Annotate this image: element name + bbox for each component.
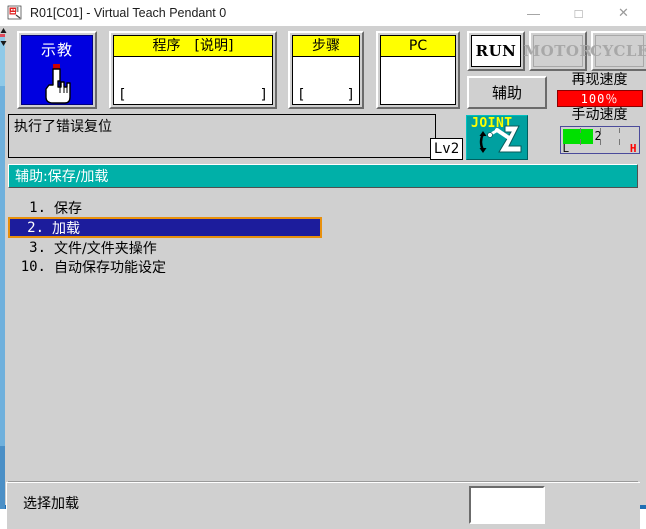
teach-mode-inner: 示教 bbox=[21, 35, 93, 105]
pendant-window: R01[C01] - Virtual Teach Pendant 0 — □ ✕… bbox=[0, 0, 646, 529]
hand-pointer-icon bbox=[36, 61, 78, 110]
program-bracket-right: ] bbox=[259, 87, 268, 103]
menu-item-autosave-settings[interactable]: 10. 自动保存功能设定 bbox=[8, 257, 638, 276]
menu-item-label: 保存 bbox=[54, 200, 82, 217]
manual-speed-gauge[interactable]: 2 L H bbox=[559, 126, 640, 155]
cycle-button[interactable]: CYCLE bbox=[590, 31, 646, 71]
window-title: R01[C01] - Virtual Teach Pendant 0 bbox=[30, 6, 227, 20]
status-message-bar: 执行了错误复位 bbox=[8, 114, 436, 158]
gauge-tick-low-1 bbox=[579, 139, 581, 145]
menu-item-number: 3. bbox=[29, 239, 46, 256]
program-panel[interactable]: 程序 [说明] [ ] bbox=[109, 31, 277, 109]
aux-button[interactable]: 辅助 bbox=[467, 76, 547, 109]
step-bracket-left: [ bbox=[297, 87, 306, 103]
step-panel-inner: 步骤 [ ] bbox=[292, 35, 360, 105]
close-button[interactable]: ✕ bbox=[601, 0, 646, 26]
menu-item-label: 自动保存功能设定 bbox=[54, 259, 166, 276]
window-controls: — □ ✕ bbox=[511, 0, 646, 26]
program-panel-brackets: [ ] bbox=[118, 88, 268, 102]
teach-mode-button[interactable]: 示教 bbox=[17, 31, 97, 109]
menu-item-number: 2. bbox=[27, 219, 44, 236]
program-panel-inner: 程序 [说明] [ ] bbox=[113, 35, 273, 105]
motor-button[interactable]: MOTOR bbox=[524, 31, 592, 71]
manual-speed-low-marker: L bbox=[562, 142, 570, 155]
pendant-body: 示教 程序 [说明] [] 步骤 [] PC RUN MOTOR CYCLE… bbox=[0, 26, 646, 529]
program-panel-body: [ ] bbox=[114, 57, 272, 104]
coordinate-mode-indicator[interactable]: JOINT bbox=[466, 115, 528, 160]
status-message-text: 执行了错误复位 bbox=[14, 119, 112, 135]
gauge-tick-2 bbox=[599, 128, 601, 133]
run-button-label: RUN bbox=[471, 35, 521, 67]
manual-speed-label: 手动速度 bbox=[571, 107, 628, 123]
gauge-tick-low-2 bbox=[599, 139, 601, 145]
playback-speed-label: 再现速度 bbox=[571, 72, 628, 88]
menu-item-load[interactable]: 2. 加载 bbox=[8, 217, 322, 238]
bottom-status-bar: 选择加载 bbox=[6, 482, 640, 529]
menu-item-label: 加载 bbox=[52, 220, 80, 237]
level-badge: Lv2 bbox=[430, 138, 463, 160]
pc-panel-inner: PC bbox=[380, 35, 456, 105]
bottom-input-field[interactable] bbox=[469, 486, 545, 524]
gauge-tick-low-3 bbox=[618, 139, 620, 145]
program-panel-header: 程序 [说明] bbox=[114, 36, 272, 57]
manual-speed-high-marker: H bbox=[629, 142, 637, 155]
menu-item-save[interactable]: 1. 保存 bbox=[8, 198, 638, 217]
step-panel-body: [ ] bbox=[293, 57, 359, 104]
bottom-prompt-text: 选择加载 bbox=[23, 496, 79, 512]
robot-arm-icon bbox=[479, 125, 522, 153]
playback-speed-value[interactable]: 100％ bbox=[556, 90, 643, 107]
section-header-title: 辅助:保存/加载 bbox=[15, 169, 109, 185]
section-header: 辅助:保存/加载 bbox=[8, 164, 638, 188]
motor-button-label: MOTOR bbox=[524, 35, 592, 67]
maximize-button[interactable]: □ bbox=[556, 0, 601, 26]
step-panel-header: 步骤 bbox=[293, 36, 359, 57]
window-titlebar: R01[C01] - Virtual Teach Pendant 0 — □ ✕ bbox=[0, 0, 646, 27]
cycle-button-label: CYCLE bbox=[590, 35, 646, 67]
teach-mode-label: 示教 bbox=[40, 41, 73, 59]
step-panel-brackets: [ ] bbox=[297, 88, 355, 102]
robot-app-icon bbox=[6, 4, 24, 22]
menu-item-file-folder-ops[interactable]: 3. 文件/文件夹操作 bbox=[8, 238, 638, 257]
pc-panel-body bbox=[381, 57, 455, 104]
menu-item-label: 文件/文件夹操作 bbox=[54, 240, 157, 257]
gauge-tick-3 bbox=[618, 128, 620, 133]
manual-speed-level: 2 bbox=[594, 129, 602, 143]
menu-item-number: 10. bbox=[20, 258, 46, 275]
menu-item-number: 1. bbox=[29, 199, 46, 216]
gauge-tick-1 bbox=[579, 128, 581, 133]
minimize-button[interactable]: — bbox=[511, 0, 556, 26]
program-bracket-left: [ bbox=[118, 87, 127, 103]
top-button-row: 示教 程序 [说明] [] 步骤 [] PC RUN MOTOR CYCLE… bbox=[5, 28, 646, 154]
pc-panel-header: PC bbox=[381, 36, 455, 57]
step-bracket-right: ] bbox=[346, 87, 355, 103]
menu-list: 1. 保存 2. 加载 3. 文件/文件夹操作 10. 自动保存功能设定 bbox=[8, 198, 638, 276]
run-button[interactable]: RUN bbox=[467, 31, 525, 71]
pc-panel[interactable]: PC bbox=[376, 31, 460, 109]
step-panel[interactable]: 步骤 [ ] bbox=[288, 31, 364, 109]
